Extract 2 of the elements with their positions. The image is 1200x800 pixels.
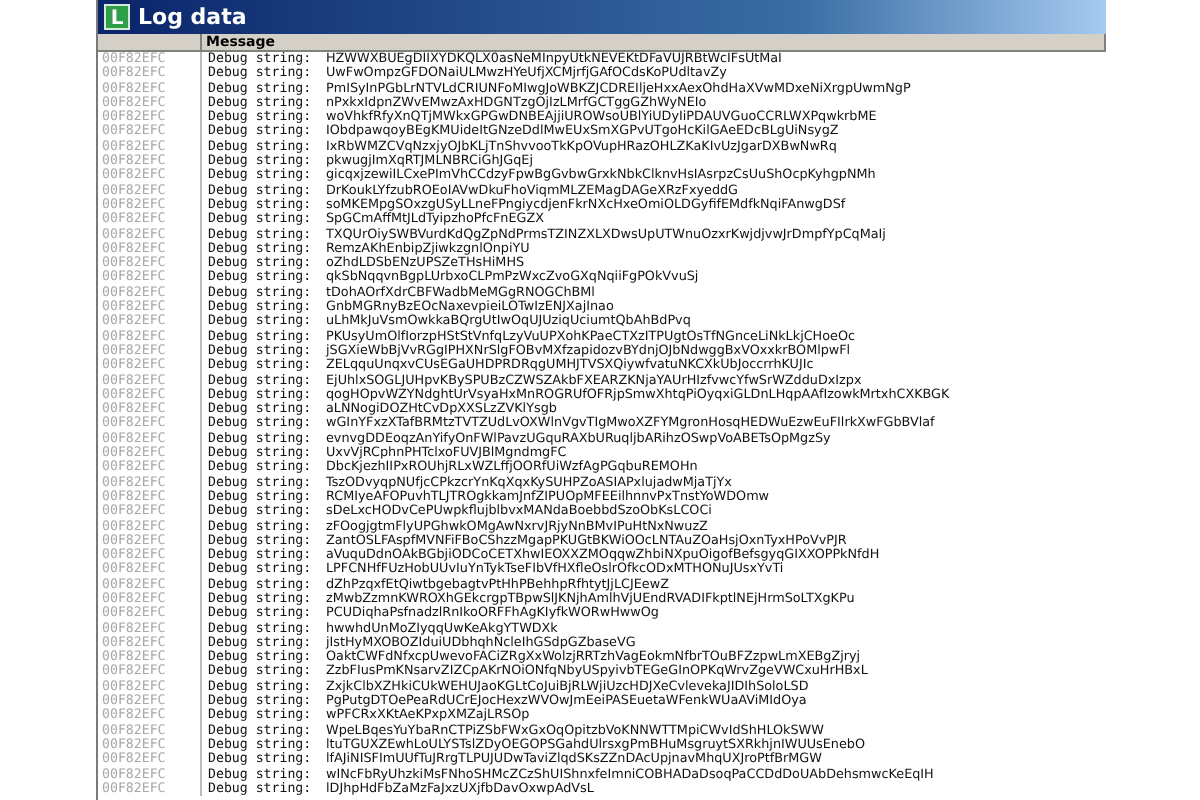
app-icon: L <box>104 4 130 30</box>
window-title: Log data <box>138 4 247 30</box>
